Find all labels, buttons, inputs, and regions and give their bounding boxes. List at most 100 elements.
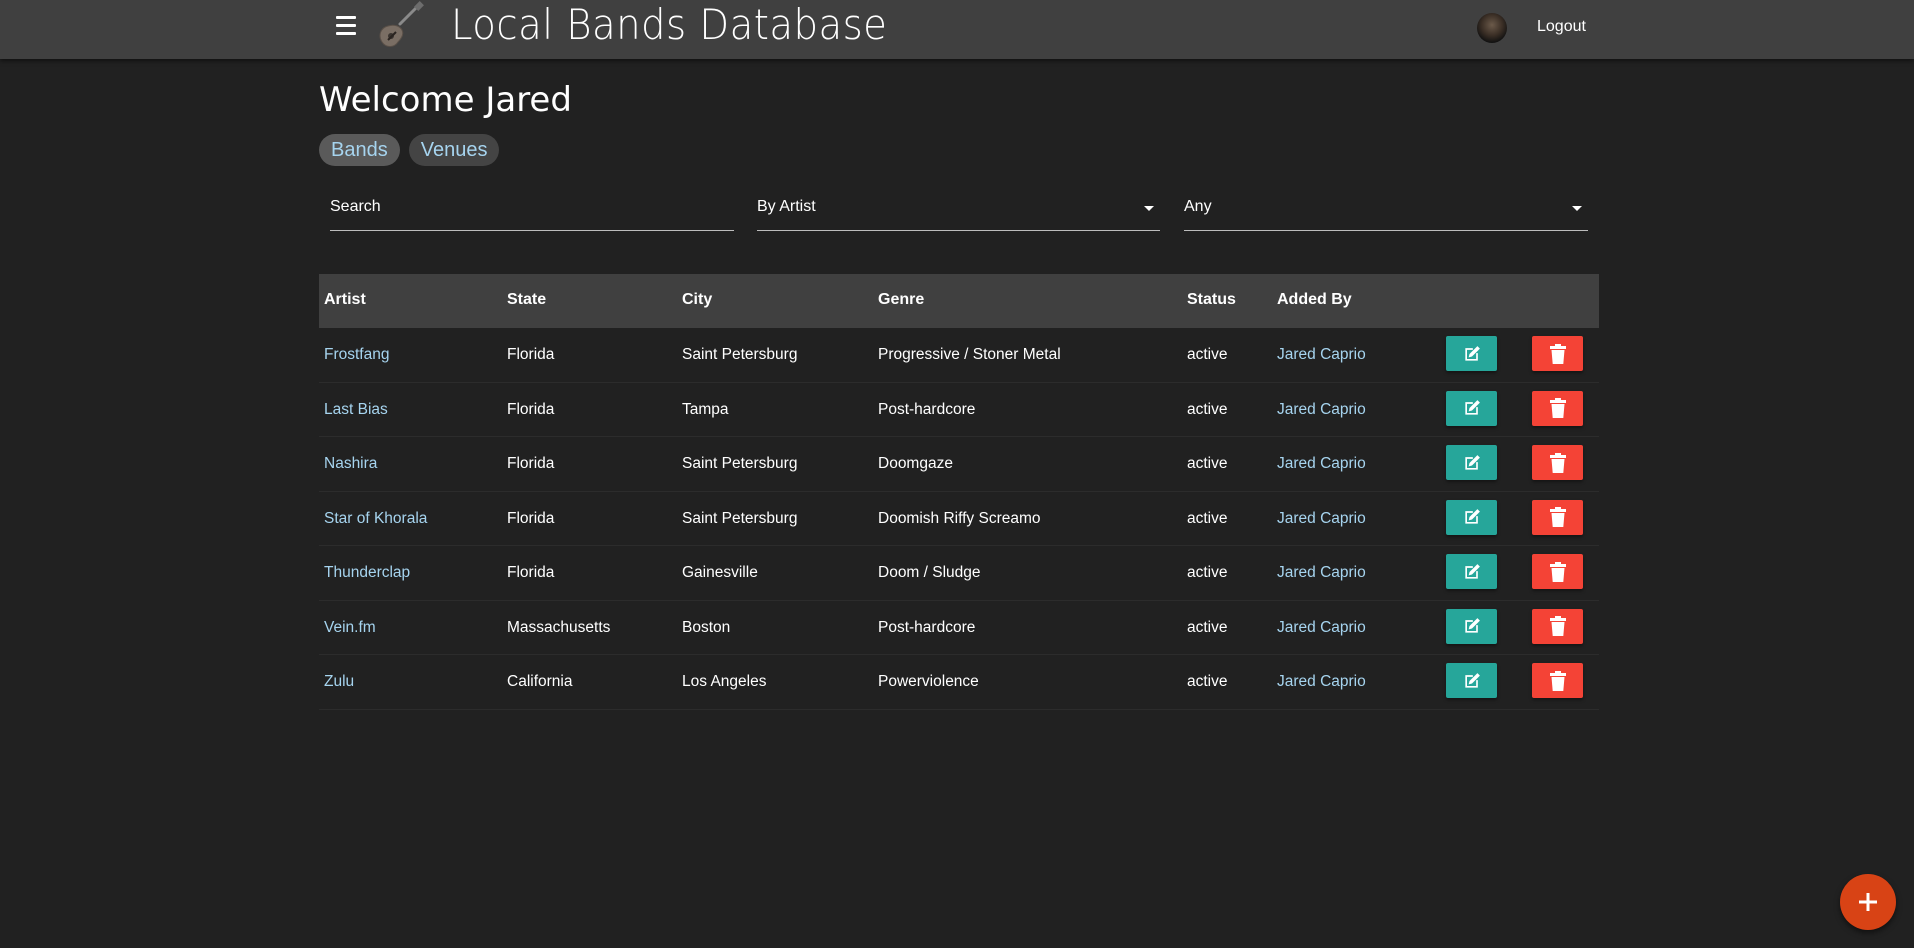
table-row: Thunderclap Florida Gainesville Doom / Slud… — [319, 546, 1599, 601]
added-by-link[interactable]: Jared Caprio — [1277, 455, 1366, 473]
artist-link[interactable]: Vein.fm — [324, 619, 376, 637]
state-cell: Florida — [507, 346, 555, 363]
status-cell: active — [1187, 673, 1228, 690]
status-cell: active — [1187, 618, 1228, 636]
column-header-genre[interactable]: Genre — [878, 291, 924, 309]
column-header-added-by[interactable]: Added By — [1277, 291, 1352, 309]
trash-icon — [1549, 343, 1566, 364]
genre-cell: Doomgaze — [878, 455, 953, 472]
added-by-link[interactable]: Jared Caprio — [1277, 346, 1366, 364]
genre-cell: Doom / Sludge — [878, 564, 981, 581]
state-cell: Florida — [507, 400, 555, 418]
genre-cell: Doomish Riffy Screamo — [878, 509, 1041, 527]
status-cell: active — [1187, 509, 1228, 527]
column-header-state[interactable]: State — [507, 291, 546, 309]
top-navbar: Local Bands Database Logout — [0, 0, 1914, 59]
app-title: Local Bands Database — [451, 0, 888, 49]
state-cell: Florida — [507, 509, 555, 527]
hamburger-menu-icon[interactable] — [333, 13, 361, 39]
edit-icon — [1464, 672, 1480, 688]
edit-button[interactable] — [1446, 499, 1497, 535]
add-band-button[interactable] — [1840, 874, 1896, 930]
edit-button[interactable] — [1446, 554, 1497, 589]
city-cell: Los Angeles — [682, 673, 767, 690]
genre-cell: Post-hardcore — [878, 618, 976, 636]
search-by-select[interactable]: By Artist — [757, 198, 1160, 231]
tab-bar: Bands Venues — [319, 134, 500, 166]
edit-icon — [1464, 618, 1480, 633]
trash-icon — [1549, 670, 1566, 691]
status-cell: active — [1187, 346, 1228, 363]
delete-button[interactable] — [1532, 554, 1583, 589]
column-header-status[interactable]: Status — [1187, 291, 1236, 309]
trash-icon — [1549, 507, 1566, 527]
artist-link[interactable]: Zulu — [324, 673, 354, 691]
edit-button[interactable] — [1446, 445, 1497, 480]
added-by-link[interactable]: Jared Caprio — [1277, 619, 1366, 637]
added-by-link[interactable]: Jared Caprio — [1277, 564, 1366, 582]
table-header: Artist State City Genre Status Added By — [319, 274, 1599, 328]
status-value: Any — [1184, 198, 1212, 215]
artist-link[interactable]: Star of Khorala — [324, 510, 427, 528]
added-by-link[interactable]: Jared Caprio — [1277, 510, 1366, 528]
table-row: Last Bias Florida Tampa Post-hardcore active… — [319, 383, 1599, 437]
avatar[interactable] — [1477, 13, 1507, 43]
tab-venues[interactable]: Venues — [408, 134, 500, 166]
city-cell: Saint Petersburg — [682, 509, 798, 527]
city-cell: Boston — [682, 618, 731, 636]
state-cell: California — [507, 673, 573, 690]
artist-link[interactable]: Frostfang — [324, 346, 389, 364]
delete-button[interactable] — [1532, 663, 1583, 698]
status-cell: active — [1187, 564, 1228, 581]
artist-link[interactable]: Thunderclap — [324, 564, 410, 582]
city-cell: Tampa — [682, 400, 729, 418]
edit-button[interactable] — [1446, 390, 1497, 426]
table-row: Nashira Florida Saint Petersburg Doomgaze ac… — [319, 437, 1599, 492]
edit-button[interactable] — [1446, 663, 1497, 698]
edit-icon — [1464, 345, 1480, 361]
genre-cell: Progressive / Stoner Metal — [878, 346, 1061, 363]
delete-button[interactable] — [1532, 390, 1583, 426]
city-cell: Gainesville — [682, 564, 758, 581]
table-body: Frostfang Florida Saint Petersburg Progress… — [319, 328, 1599, 710]
plus-icon — [1859, 893, 1877, 911]
added-by-link[interactable]: Jared Caprio — [1277, 673, 1366, 691]
artist-link[interactable]: Nashira — [324, 455, 377, 473]
column-header-city[interactable]: City — [682, 291, 712, 309]
state-cell: Massachusetts — [507, 618, 611, 636]
welcome-heading: Welcome Jared — [319, 80, 572, 120]
edit-icon — [1464, 563, 1480, 579]
caret-down-icon — [1572, 206, 1582, 211]
artist-link[interactable]: Last Bias — [324, 401, 388, 419]
genre-cell: Powerviolence — [878, 673, 979, 690]
state-cell: Florida — [507, 455, 555, 472]
state-cell: Florida — [507, 564, 555, 581]
status-select[interactable]: Any — [1184, 198, 1588, 231]
delete-button[interactable] — [1532, 336, 1583, 371]
tab-bands[interactable]: Bands — [319, 134, 400, 166]
search-input[interactable]: Search — [330, 198, 734, 231]
table-row: Zulu California Los Angeles Powerviolence ac… — [319, 655, 1599, 710]
delete-button[interactable] — [1532, 499, 1583, 535]
edit-button[interactable] — [1446, 336, 1497, 371]
edit-icon — [1464, 509, 1480, 524]
status-cell: active — [1187, 455, 1228, 472]
delete-button[interactable] — [1532, 608, 1583, 644]
trash-icon — [1549, 452, 1566, 473]
city-cell: Saint Petersburg — [682, 346, 798, 363]
trash-icon — [1549, 616, 1566, 636]
guitar-icon — [379, 1, 424, 47]
delete-button[interactable] — [1532, 445, 1583, 480]
table-row: Frostfang Florida Saint Petersburg Progress… — [319, 328, 1599, 383]
status-cell: active — [1187, 400, 1228, 418]
logout-link[interactable]: Logout — [1537, 18, 1586, 36]
edit-button[interactable] — [1446, 608, 1497, 644]
city-cell: Saint Petersburg — [682, 455, 798, 472]
table-row: Vein.fm Massachusetts Boston Post-hardcore a… — [319, 601, 1599, 655]
column-header-artist[interactable]: Artist — [324, 291, 366, 309]
search-by-value: By Artist — [757, 198, 816, 215]
bands-table: Artist State City Genre Status Added By … — [319, 274, 1599, 710]
table-row: Star of Khorala Florida Saint Petersburg Do… — [319, 492, 1599, 546]
trash-icon — [1549, 398, 1566, 418]
added-by-link[interactable]: Jared Caprio — [1277, 401, 1366, 419]
